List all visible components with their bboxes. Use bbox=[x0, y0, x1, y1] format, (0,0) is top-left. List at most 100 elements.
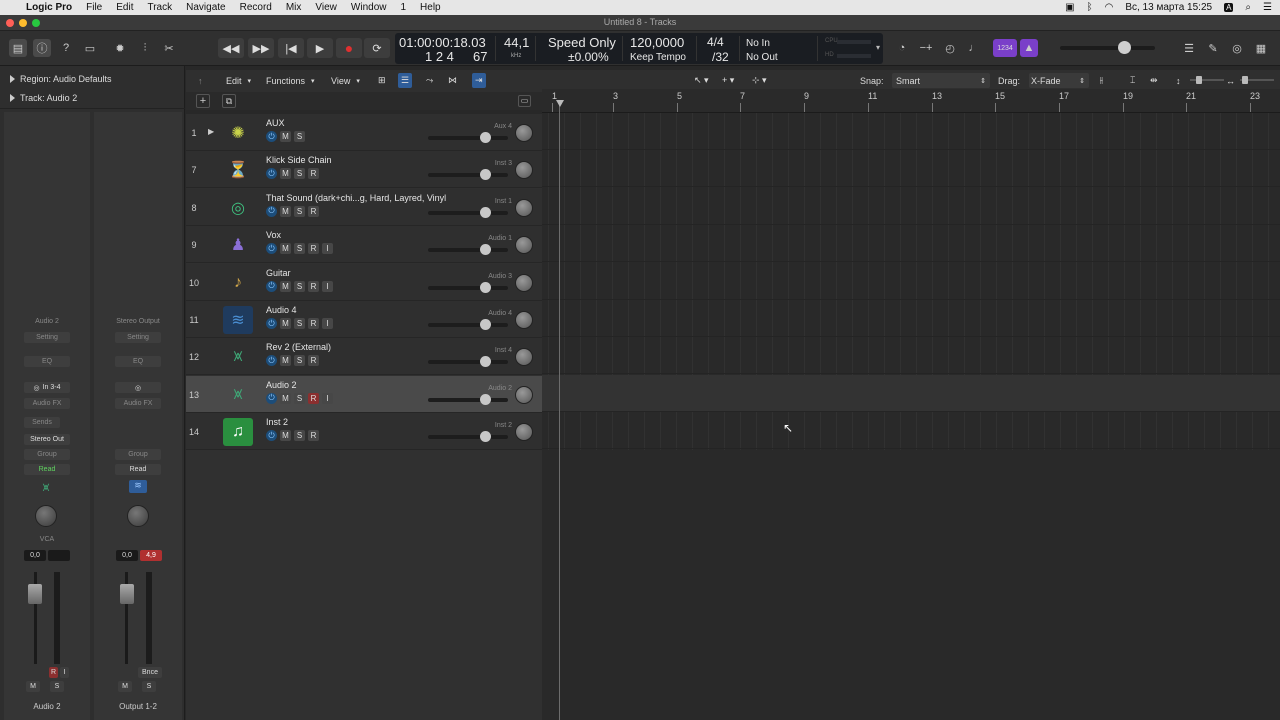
drag-select[interactable]: X-Fade ⇕ bbox=[1029, 73, 1089, 88]
strip-fader-cap[interactable] bbox=[120, 584, 134, 604]
control-center-icon[interactable]: ☰ bbox=[1263, 2, 1272, 13]
back-arrow-icon[interactable]: ↑ bbox=[198, 73, 203, 88]
smart-controls-icon[interactable]: ✹ bbox=[111, 39, 129, 57]
strip-solo-button[interactable]: S bbox=[142, 681, 156, 692]
playhead[interactable] bbox=[556, 100, 564, 720]
lcd-display[interactable]: 01:00:00:18.03 1 2 4 67 44,1 kHz Speed O… bbox=[395, 33, 883, 64]
strip-eq-button[interactable]: EQ bbox=[24, 356, 70, 367]
note-pad-icon[interactable]: ✎ bbox=[1204, 39, 1222, 57]
bluetooth-icon[interactable]: ᛒ bbox=[1087, 2, 1093, 13]
mute-button[interactable]: M bbox=[280, 131, 291, 142]
menu-mix[interactable]: Mix bbox=[286, 2, 302, 13]
edit-menu[interactable]: Edit ▾ bbox=[226, 73, 251, 88]
menu-app-name[interactable]: Logic Pro bbox=[26, 2, 72, 13]
arrange-area[interactable] bbox=[542, 113, 1280, 720]
mute-button[interactable]: M bbox=[280, 280, 291, 292]
track-row[interactable]: 13 ⩙ Audio 2 Audio 2 ⏻ M S R I bbox=[186, 375, 542, 413]
track-on-off-icon[interactable]: ⏻ bbox=[266, 355, 277, 367]
vertical-zoom-icon[interactable]: ↕ bbox=[1176, 73, 1181, 88]
record-enable-button[interactable]: R bbox=[308, 243, 319, 255]
track-lane[interactable] bbox=[542, 412, 1280, 450]
master-volume-handle[interactable] bbox=[1118, 41, 1131, 54]
track-lane[interactable] bbox=[542, 150, 1280, 188]
track-lane[interactable] bbox=[542, 188, 1280, 225]
fast-forward-button[interactable]: ▶▶ bbox=[248, 38, 274, 58]
view-menu[interactable]: View ▾ bbox=[331, 73, 360, 88]
track-on-off-icon[interactable]: ⏻ bbox=[266, 168, 277, 180]
track-row[interactable]: 10 ♪ Guitar Audio 3 ⏻ M S R I bbox=[186, 263, 542, 301]
menu-help[interactable]: Help bbox=[420, 2, 441, 13]
menu-track[interactable]: Track bbox=[147, 2, 172, 13]
master-volume-slider[interactable] bbox=[1060, 41, 1155, 54]
strip-setting-button[interactable]: Setting bbox=[115, 332, 161, 343]
grid-view-icon[interactable]: ⊞ bbox=[378, 73, 386, 88]
strip-sends-button[interactable]: Sends bbox=[24, 417, 60, 428]
track-row[interactable]: 1 ▶ ✺ AUX Aux 4 ⏻ M S bbox=[186, 114, 542, 151]
menu-clock[interactable]: Вс, 13 марта 15:25 bbox=[1125, 2, 1212, 13]
track-name[interactable]: That Sound (dark+chi...g, Hard, Layred, … bbox=[266, 193, 446, 203]
strip-output-button[interactable]: Stereo Out bbox=[24, 434, 70, 445]
track-volume-handle[interactable] bbox=[480, 132, 491, 143]
strip-eq-button[interactable]: EQ bbox=[115, 356, 161, 367]
editors-icon[interactable]: ✂ bbox=[160, 39, 178, 57]
strip-record-button[interactable]: R bbox=[49, 667, 58, 678]
menu-record[interactable]: Record bbox=[240, 2, 272, 13]
global-tracks-icon[interactable]: ▭ bbox=[518, 95, 531, 107]
track-pan-knob[interactable] bbox=[515, 385, 533, 404]
record-enable-button[interactable]: R bbox=[308, 280, 319, 292]
flex-icon[interactable]: ⋈ bbox=[448, 73, 457, 88]
track-row[interactable]: 11 ≋ Audio 4 Audio 4 ⏻ M S R I bbox=[186, 301, 542, 338]
inspector-icon[interactable]: ⓘ bbox=[33, 39, 51, 57]
screen-record-icon[interactable]: ▣ bbox=[1065, 2, 1074, 13]
strip-audio-fx-button[interactable]: Audio FX bbox=[115, 398, 161, 409]
track-inspector-row[interactable]: Track: Audio 2 bbox=[0, 89, 185, 107]
track-name[interactable]: Audio 4 bbox=[266, 305, 297, 315]
track-lane[interactable] bbox=[542, 300, 1280, 337]
timeline-ruler[interactable]: 1 3 5 7 9 11 13 15 17 19 21 23 bbox=[542, 89, 1280, 113]
horizontal-fit-icon[interactable]: ⇹ bbox=[1150, 73, 1158, 88]
mute-button[interactable]: M bbox=[280, 168, 291, 180]
second-tool-menu[interactable]: ⊹ ▾ bbox=[752, 73, 767, 88]
solo-button[interactable]: S bbox=[294, 131, 305, 142]
horizontal-zoom-icon[interactable]: ↔ bbox=[1226, 73, 1235, 88]
strip-bounce-button[interactable]: Bnce bbox=[138, 667, 162, 678]
add-track-button[interactable]: + bbox=[196, 94, 210, 108]
track-volume-slider[interactable] bbox=[428, 431, 508, 443]
toolbar-icon[interactable]: ▭ bbox=[81, 39, 99, 57]
menu-window[interactable]: Window bbox=[351, 2, 387, 13]
track-on-off-icon[interactable]: ⏻ bbox=[266, 243, 277, 255]
track-volume-handle[interactable] bbox=[480, 356, 491, 368]
track-pan-knob[interactable] bbox=[515, 273, 533, 292]
track-pan-knob[interactable] bbox=[515, 423, 533, 442]
solo-button[interactable]: S bbox=[294, 430, 305, 442]
menu-one[interactable]: 1 bbox=[400, 2, 406, 13]
solo-button[interactable]: S bbox=[294, 280, 305, 292]
track-volume-handle[interactable] bbox=[480, 281, 491, 293]
menu-file[interactable]: File bbox=[86, 2, 102, 13]
track-lane[interactable] bbox=[542, 263, 1280, 300]
menu-view[interactable]: View bbox=[315, 2, 337, 13]
input-monitor-button[interactable]: I bbox=[322, 318, 333, 329]
list-view-icon[interactable]: ☰ bbox=[398, 73, 413, 88]
nudge-icon[interactable]: −+ bbox=[917, 39, 935, 57]
track-lane[interactable] bbox=[542, 225, 1280, 263]
track-on-off-icon[interactable]: ⏻ bbox=[266, 318, 277, 329]
waveform-zoom-icon[interactable]: ⫲ bbox=[1100, 73, 1103, 88]
menu-navigate[interactable]: Navigate bbox=[186, 2, 225, 13]
track-volume-handle[interactable] bbox=[480, 393, 491, 405]
input-monitor-button[interactable]: I bbox=[322, 243, 333, 255]
track-volume-handle[interactable] bbox=[480, 244, 491, 256]
strip-input-monitor-button[interactable]: I bbox=[60, 667, 69, 678]
track-on-off-icon[interactable]: ⏻ bbox=[266, 392, 277, 404]
track-volume-slider[interactable] bbox=[428, 393, 508, 405]
mute-button[interactable]: M bbox=[280, 392, 291, 404]
track-row[interactable]: 14 ♫ Inst 2 Inst 2 ⏻ M S R bbox=[186, 413, 542, 451]
track-pan-knob[interactable] bbox=[515, 198, 533, 217]
automation-icon[interactable]: ⤳ bbox=[426, 73, 433, 88]
track-lane[interactable] bbox=[542, 374, 1280, 412]
catch-icon[interactable]: ⇥ bbox=[472, 73, 486, 88]
track-name[interactable]: Audio 2 bbox=[266, 380, 297, 390]
track-pan-knob[interactable] bbox=[515, 311, 533, 329]
strip-pan-knob[interactable] bbox=[127, 505, 149, 527]
play-button[interactable]: ▶ bbox=[307, 38, 333, 58]
